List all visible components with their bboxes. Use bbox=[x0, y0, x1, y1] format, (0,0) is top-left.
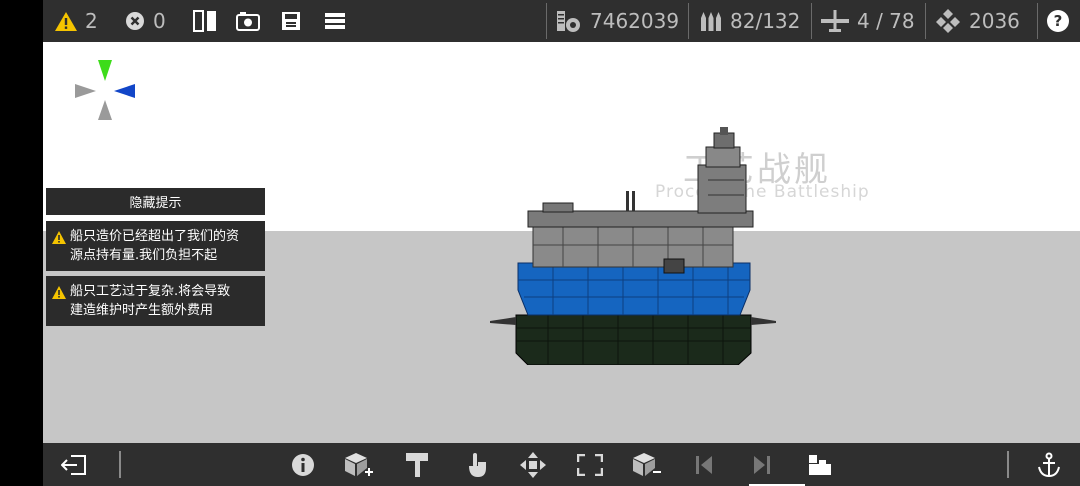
mirror-icon bbox=[193, 10, 216, 32]
next-button[interactable] bbox=[748, 443, 776, 486]
exit-icon bbox=[61, 454, 86, 475]
warnings-count: 2 bbox=[85, 9, 98, 33]
menu-button[interactable] bbox=[325, 0, 345, 42]
remove-part-icon bbox=[633, 452, 661, 476]
ship-parts-button[interactable] bbox=[804, 443, 836, 486]
hint-text: 船只工艺过于复杂.将会导致 建造维护时产生额外费用 bbox=[70, 282, 262, 320]
toolbar-divider bbox=[925, 3, 926, 39]
toolbar-divider bbox=[688, 3, 689, 39]
errors-count: 0 bbox=[153, 9, 166, 33]
compass-west-arrow bbox=[75, 84, 96, 98]
info-icon bbox=[292, 453, 314, 476]
warning-icon bbox=[52, 286, 66, 299]
menu-icon bbox=[325, 13, 345, 29]
ammo-stat: 82/132 bbox=[700, 0, 800, 42]
toolbar-divider bbox=[811, 3, 812, 39]
prev-icon bbox=[696, 455, 712, 474]
compass-south-arrow bbox=[98, 100, 112, 120]
weight-stat: 2036 bbox=[935, 0, 1020, 42]
save-button[interactable] bbox=[281, 0, 301, 42]
scale-button[interactable] bbox=[574, 443, 606, 486]
mirror-button[interactable] bbox=[193, 0, 217, 42]
help-button[interactable]: ? bbox=[1047, 0, 1069, 42]
compass-north-arrow bbox=[98, 60, 112, 81]
ammo-value: 82/132 bbox=[730, 9, 801, 33]
anchor-button[interactable] bbox=[1034, 443, 1064, 486]
hint-complexity-warning: 船只工艺过于复杂.将会导致 建造维护时产生额外费用 bbox=[46, 276, 265, 326]
cost-value: 7462039 bbox=[590, 9, 680, 33]
hand-button[interactable] bbox=[461, 443, 493, 486]
toolbar-divider bbox=[546, 3, 547, 39]
cost-stat: 7462039 bbox=[556, 0, 679, 42]
hint-line: 建造维护时产生额外费用 bbox=[70, 303, 214, 318]
weight-icon bbox=[936, 9, 960, 33]
exit-button[interactable] bbox=[59, 443, 89, 486]
weight-value: 2036 bbox=[969, 9, 1020, 33]
error-icon bbox=[126, 12, 144, 30]
hint-line: 船只工艺过于复杂.将会导致 bbox=[70, 284, 231, 299]
hint-text: 船只造价已经超出了我们的资 源点持有量.我们负担不起 bbox=[70, 227, 262, 265]
aircraft-stat: 4 / 78 bbox=[821, 0, 915, 42]
compass-east-arrow bbox=[114, 84, 135, 98]
anchor-icon bbox=[1038, 452, 1060, 477]
hint-line: 船只造价已经超出了我们的资 bbox=[70, 229, 240, 244]
scale-icon bbox=[577, 453, 603, 476]
help-icon: ? bbox=[1047, 10, 1069, 32]
move-icon bbox=[520, 451, 546, 478]
info-button[interactable] bbox=[288, 443, 318, 486]
add-part-icon bbox=[345, 452, 373, 476]
errors-counter[interactable]: 0 bbox=[125, 0, 166, 42]
paint-icon bbox=[406, 452, 428, 477]
hint-cost-warning: 船只造价已经超出了我们的资 源点持有量.我们负担不起 bbox=[46, 221, 265, 271]
save-icon bbox=[282, 12, 300, 30]
toolbar-divider bbox=[1007, 451, 1009, 478]
ammo-icon bbox=[701, 12, 721, 31]
cost-icon bbox=[557, 11, 580, 32]
hint-line: 源点持有量.我们负担不起 bbox=[70, 248, 218, 263]
toolbar-divider bbox=[1037, 3, 1038, 39]
top-toolbar: 2 0 7462039 82/132 4 / 78 2036 ? bbox=[43, 0, 1080, 42]
view-compass[interactable] bbox=[75, 60, 137, 122]
move-button[interactable] bbox=[517, 443, 549, 486]
hide-hints-button[interactable]: 隐藏提示 bbox=[46, 188, 265, 215]
game-viewport[interactable]: 工艺战舰 Process The Battleship 隐藏提示 船只造价已经超… bbox=[43, 0, 1080, 486]
hand-icon bbox=[469, 452, 486, 477]
warning-icon bbox=[52, 231, 66, 244]
previous-button[interactable] bbox=[690, 443, 718, 486]
warning-icon bbox=[55, 11, 77, 31]
aircraft-icon bbox=[821, 10, 849, 32]
ship-parts-icon bbox=[809, 454, 831, 475]
next-icon bbox=[754, 455, 770, 474]
camera-button[interactable] bbox=[236, 0, 260, 42]
paint-button[interactable] bbox=[401, 443, 433, 486]
warnings-counter[interactable]: 2 bbox=[55, 0, 98, 42]
bottom-toolbar bbox=[43, 443, 1080, 486]
add-part-button[interactable] bbox=[343, 443, 375, 486]
toolbar-divider bbox=[119, 451, 121, 478]
aircraft-value: 4 / 78 bbox=[857, 9, 915, 33]
remove-part-button[interactable] bbox=[631, 443, 663, 486]
ship-model[interactable] bbox=[488, 125, 838, 365]
camera-icon bbox=[236, 12, 260, 31]
